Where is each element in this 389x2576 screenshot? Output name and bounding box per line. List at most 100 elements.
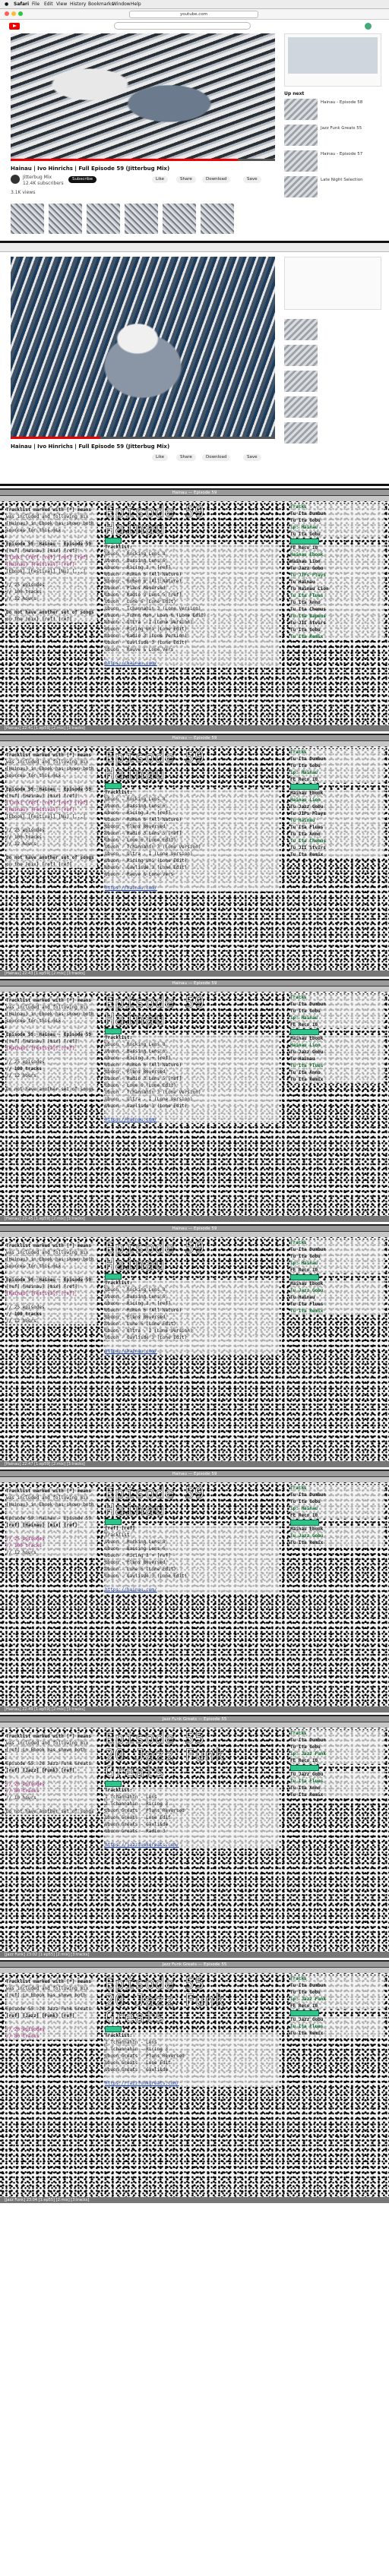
nick-list-item[interactable]: Hainau Ebook (290, 1280, 384, 1287)
subscribe-button[interactable]: Subscribe (68, 176, 97, 183)
terminal-title-bar[interactable]: Hainau — Episode 59 (0, 1471, 389, 1477)
side-thumb[interactable] (284, 150, 318, 172)
menu-window[interactable]: Window (112, 2, 131, 7)
nick-list-item[interactable]: Tu Ita Dumbun (290, 756, 384, 762)
nick-list-item[interactable]: Tu Hainau (290, 817, 384, 824)
menu-help[interactable]: Help (131, 2, 141, 7)
nick-list-item[interactable]: Tu Ita Remix (290, 633, 384, 640)
save-button[interactable]: Save (243, 176, 261, 183)
video-progress-bar[interactable] (11, 437, 275, 439)
terminal-title-bar[interactable]: Hainau — Episode 59 (0, 1226, 389, 1232)
side-thumb[interactable] (284, 345, 318, 366)
side-item-title[interactable]: Late Night Selection (321, 178, 389, 182)
youtube-logo-icon[interactable] (9, 23, 20, 30)
episode-link[interactable]: https://jazzfunkgreats.com/ (105, 1842, 280, 1848)
nick-list-item[interactable]: FE Reco 10 (290, 1021, 384, 1028)
nick-list-item[interactable]: Hainau Ebook (290, 551, 384, 558)
nick-list-item[interactable]: Tu Hainau (290, 1056, 384, 1062)
episode-link[interactable]: https://hainau.com/ (105, 1586, 280, 1593)
side-item-title[interactable]: Hainau - Episode 57 (321, 152, 389, 156)
nick-list-item[interactable]: Tu Ita Anno (290, 1069, 384, 1076)
nick-list-item[interactable]: ip: Jazz Funk (290, 1750, 384, 1757)
terminal-window[interactable]: Jazz Funk Greats — Episode 55 Tracklist m… (0, 1960, 389, 2203)
nick-list-item[interactable]: Tracks (290, 1730, 384, 1737)
related-thumb[interactable] (49, 204, 82, 234)
side-thumb[interactable] (284, 319, 318, 340)
related-thumb[interactable] (11, 204, 44, 234)
search-input[interactable] (114, 22, 251, 30)
nick-list-item[interactable]: Tu Ita Gobu (290, 1253, 384, 1260)
terminal-title-bar[interactable]: Jazz Funk Greats — Episode 55 (0, 1962, 389, 1968)
nick-list-item[interactable]: Tu Ita Flues (290, 824, 384, 831)
nick-list-item[interactable]: ip: Hainau (290, 1260, 384, 1267)
nick-list-item[interactable]: Tu Ita Flues (290, 1301, 384, 1308)
related-thumb[interactable] (125, 204, 158, 234)
nick-list-item[interactable]: Tu JIPs Plays (290, 810, 384, 817)
nick-list-item[interactable]: ip: Hainau (290, 1015, 384, 1021)
nick-list-item[interactable]: Tu Ita Gobu (290, 531, 384, 538)
side-item-title[interactable]: Hainau - Episode 58 (321, 100, 389, 105)
terminal-window[interactable]: Hainau — Episode 59 Tracklist marked with… (0, 488, 389, 731)
nick-list-item[interactable]: Tu Ita Dumbun (290, 510, 384, 517)
mini-player-card[interactable] (284, 33, 381, 87)
nick-list-item[interactable]: Tu Ita Dumbun (290, 1246, 384, 1253)
terminal-title-bar[interactable]: Hainau — Episode 59 (0, 735, 389, 741)
side-thumb[interactable] (284, 422, 318, 444)
nick-list-item[interactable]: Tu Hainau (290, 579, 384, 586)
nick-list-item[interactable]: Tu Ita Remix (290, 851, 384, 858)
terminal-window[interactable]: Hainau — Episode 59 Tracklist marked with… (0, 979, 389, 1222)
nick-list-item[interactable]: Tu JII Stvirs (290, 620, 384, 627)
channel-avatar[interactable] (11, 175, 20, 184)
nick-list-item[interactable]: ip: Hainau (290, 769, 384, 776)
nick-list-item[interactable]: Tu Ita Gobu (290, 627, 384, 633)
zoom-window-icon[interactable] (18, 11, 23, 16)
nick-list-item[interactable]: Tu Ita Gobu (290, 1989, 384, 1996)
nick-list-item[interactable]: ip: Hainau (290, 1505, 384, 1512)
nick-list-item[interactable]: Tu Ita Chemus (290, 838, 384, 844)
related-thumb[interactable] (87, 204, 120, 234)
minimize-window-icon[interactable] (11, 11, 16, 16)
nick-list-item[interactable]: ip: Jazz Funk (290, 1996, 384, 2003)
menu-history[interactable]: History (70, 2, 86, 7)
nick-list-item[interactable]: Tu JIPs Plays (290, 572, 384, 579)
nick-list-item[interactable]: Tracks (290, 994, 384, 1001)
nick-list-item[interactable]: Hainau Lion (290, 797, 384, 803)
menu-bookmarks[interactable]: Bookmarks (88, 2, 114, 7)
nick-list-item[interactable]: FE Reco 10 (290, 1512, 384, 1519)
nick-list-item[interactable]: Tu Hainau (290, 1294, 384, 1301)
nick-list-item[interactable]: Tu Ita Anno (290, 831, 384, 838)
nick-list-item[interactable]: Tracks (290, 504, 384, 510)
episode-link[interactable]: https://hainau.com/ (105, 1116, 280, 1123)
nick-list-item[interactable]: Tu Jazz Gobu (290, 565, 384, 572)
menu-view[interactable]: View (56, 2, 67, 7)
video-player[interactable] (11, 33, 275, 161)
nick-list-item[interactable]: Tu Ita Gobu (290, 1008, 384, 1015)
menu-safari[interactable]: Safari (14, 2, 29, 7)
side-thumb[interactable] (284, 371, 318, 392)
nick-list-item[interactable]: Tu Ita Anno (290, 1785, 384, 1792)
avatar[interactable] (365, 23, 372, 30)
video-player[interactable] (11, 257, 275, 439)
nick-list-item[interactable]: FE Reco 10 (290, 2003, 384, 2009)
close-window-icon[interactable] (5, 11, 9, 16)
nick-list-item[interactable]: Tu Ita Remix (290, 1076, 384, 1083)
nick-list-item[interactable]: Tu Jazz Gobu (290, 1287, 384, 1294)
nick-list-item[interactable]: FE Reco 10 (290, 1267, 384, 1274)
nick-list-item[interactable]: Tu Ita Gobu (290, 517, 384, 524)
apple-icon[interactable]: ● (5, 2, 8, 7)
menu-file[interactable]: File (32, 2, 40, 7)
nick-list-item[interactable]: Tracks (290, 1239, 384, 1246)
terminal-title-bar[interactable]: Hainau — Episode 59 (0, 490, 389, 496)
nick-list-item[interactable]: Tu Ita Gobu (290, 1744, 384, 1750)
terminal-window[interactable]: Hainau — Episode 59 Tracklist marked with… (0, 1224, 389, 1467)
terminal-title-bar[interactable]: Hainau — Episode 59 (0, 980, 389, 987)
nick-list-item[interactable]: Tu Ita Bapeus (290, 613, 384, 620)
nick-list-item[interactable]: Tu Jazz Gobu (290, 1049, 384, 1056)
nick-list-item[interactable]: Tu Ita Flues (290, 2023, 384, 2030)
nick-list-item[interactable]: Tu Ita Flues (290, 1062, 384, 1069)
video-progress-bar[interactable] (11, 159, 275, 161)
menu-edit[interactable]: Edit (44, 2, 53, 7)
nick-list-item[interactable]: Tracks (290, 749, 384, 756)
nick-list-item[interactable]: Tu Ita Remix (290, 1792, 384, 1798)
nick-list-item[interactable]: Tu Jazz Gobu (290, 2016, 384, 2023)
